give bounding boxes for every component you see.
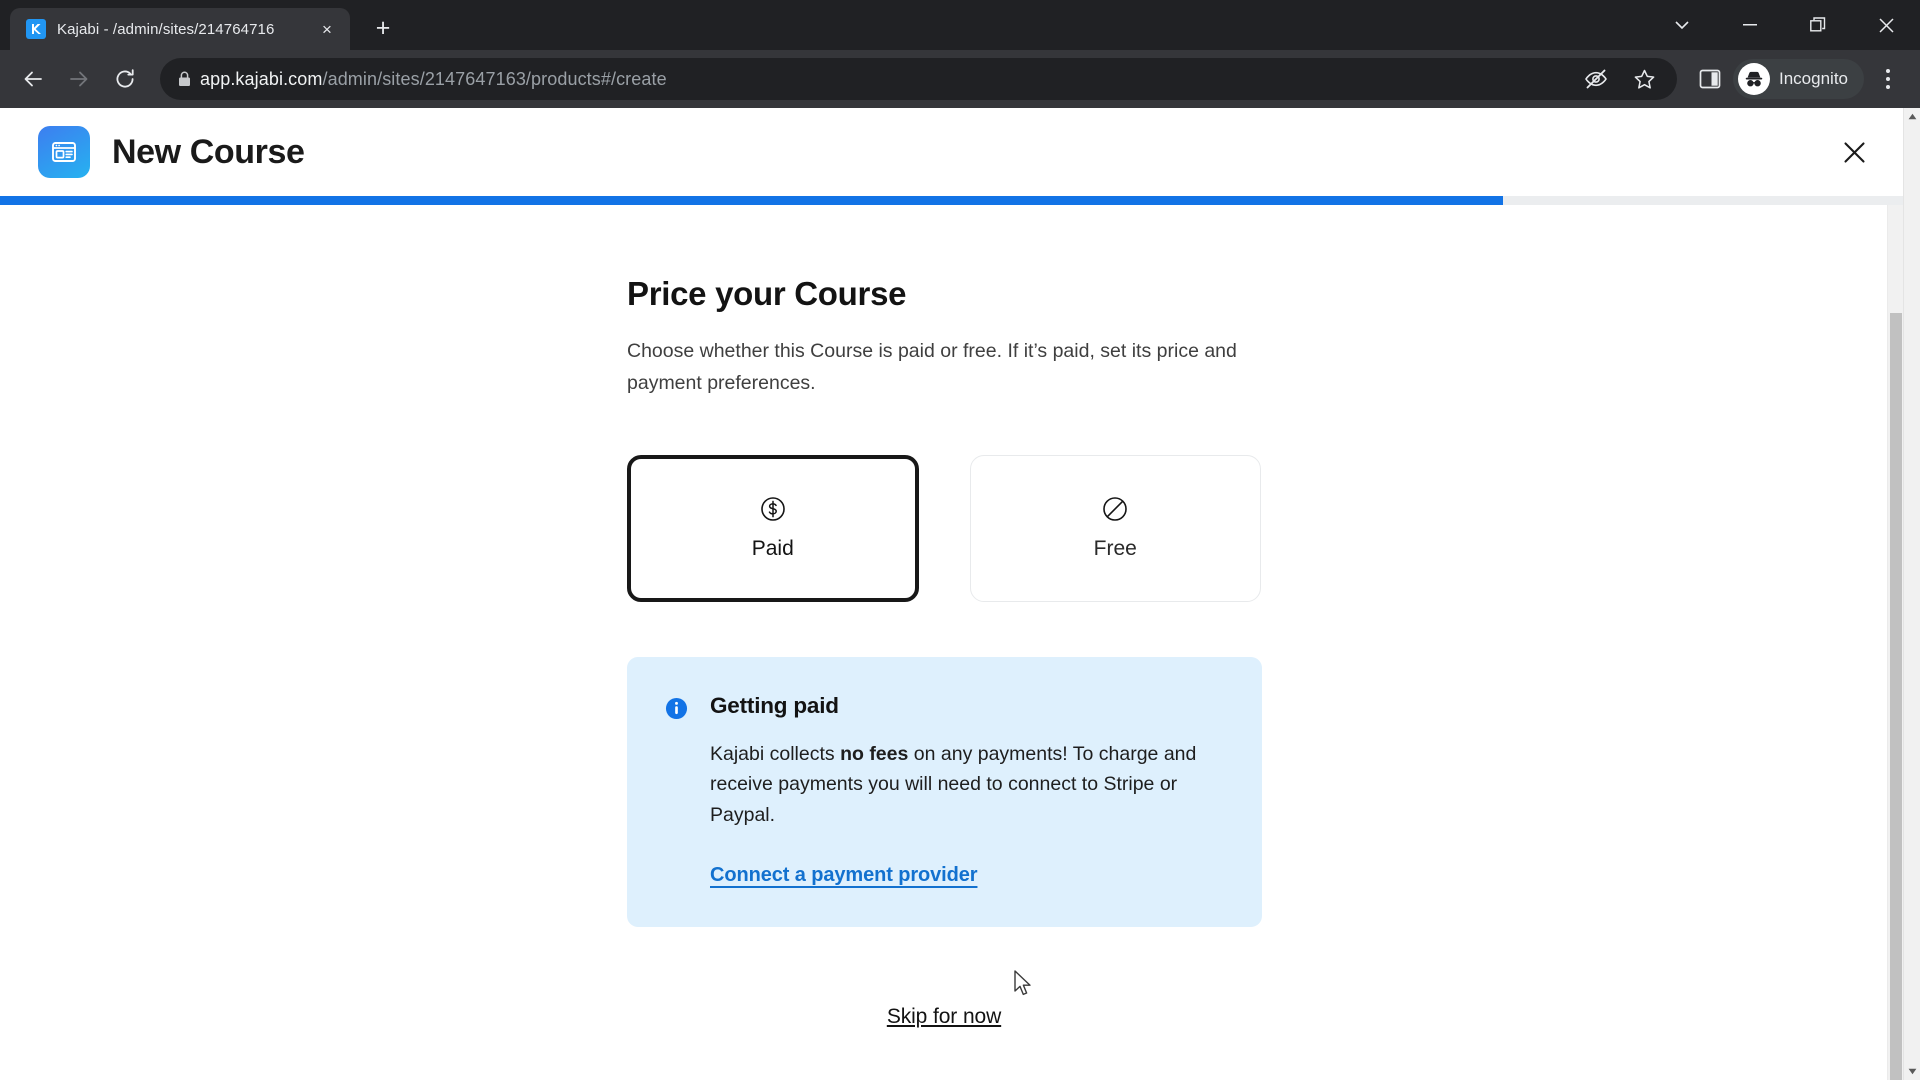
- omnibox-actions: [1565, 60, 1663, 98]
- tab-strip: Kajabi - /admin/sites/214764716 × +: [0, 0, 1920, 50]
- address-bar-text: app.kajabi.com/admin/sites/2147647163/pr…: [200, 69, 667, 90]
- close-window-button[interactable]: [1852, 0, 1920, 50]
- browser-toolbar: app.kajabi.com/admin/sites/2147647163/pr…: [0, 50, 1920, 108]
- scroll-up-arrow-icon[interactable]: [1904, 108, 1920, 125]
- kajabi-favicon: [26, 19, 46, 39]
- lock-icon: [178, 71, 200, 87]
- pricing-option-free[interactable]: Free: [969, 454, 1261, 602]
- page-viewport: New Course Price your Course Choose whet…: [0, 108, 1920, 1080]
- kebab-dot: [1886, 77, 1890, 81]
- tab-close-icon[interactable]: ×: [316, 18, 338, 40]
- section-heading: Price your Course: [627, 275, 907, 312]
- maximize-button[interactable]: [1784, 0, 1852, 50]
- pricing-choice-group: Paid Free: [627, 454, 1261, 602]
- wizard-progress-fill: [0, 196, 1504, 205]
- info-text-bold: no fees: [840, 742, 909, 765]
- info-panel-title: Getting paid: [710, 692, 839, 718]
- info-panel-text: Kajabi collects no fees on any payments!…: [710, 739, 1210, 831]
- dollar-circle-icon: [760, 495, 786, 523]
- page-scrollbar[interactable]: [1903, 108, 1920, 1080]
- third-party-cookies-blocked-icon[interactable]: [1577, 60, 1615, 98]
- no-charge-circle-icon: [1102, 495, 1128, 523]
- info-panel-body: Getting paid Kajabi collects no fees on …: [710, 693, 1224, 887]
- minimize-button[interactable]: [1716, 0, 1784, 50]
- page-title: New Course: [112, 132, 305, 171]
- pricing-option-paid[interactable]: Paid: [627, 454, 919, 602]
- modal-header: New Course: [0, 108, 1903, 196]
- kebab-dot: [1886, 85, 1890, 89]
- wizard-progress-track: [0, 196, 1903, 205]
- reload-button[interactable]: [104, 58, 146, 100]
- pricing-option-label: Free: [1093, 537, 1137, 561]
- new-tab-button[interactable]: +: [364, 9, 402, 47]
- profile-chip[interactable]: Incognito: [1733, 59, 1864, 99]
- address-bar[interactable]: app.kajabi.com/admin/sites/2147647163/pr…: [160, 58, 1677, 100]
- modal-content: Price your Course Choose whether this Co…: [626, 205, 1262, 1080]
- url-domain: app.kajabi.com: [200, 68, 323, 89]
- forward-button[interactable]: [58, 58, 100, 100]
- kebab-dot: [1886, 69, 1890, 73]
- bookmark-star-icon[interactable]: [1625, 60, 1663, 98]
- skip-row: Skip for now: [627, 1005, 1261, 1029]
- modal-body: Price your Course Choose whether this Co…: [0, 205, 1887, 1080]
- getting-paid-info-panel: Getting paid Kajabi collects no fees on …: [627, 656, 1262, 927]
- window-controls: [1648, 0, 1920, 50]
- scroll-down-arrow-icon[interactable]: [1904, 1063, 1920, 1080]
- back-button[interactable]: [12, 58, 54, 100]
- url-path: /admin/sites/2147647163/products#/create: [322, 68, 667, 89]
- info-text-before: Kajabi collects: [710, 742, 841, 765]
- chrome-menu-button[interactable]: [1868, 58, 1908, 100]
- close-modal-button[interactable]: [1831, 129, 1877, 175]
- modal-scrollbar-thumb[interactable]: [1890, 313, 1902, 1080]
- modal-scrollbar[interactable]: [1887, 205, 1903, 1080]
- kajabi-new-course-modal: New Course Price your Course Choose whet…: [0, 108, 1903, 1080]
- browser-tab[interactable]: Kajabi - /admin/sites/214764716 ×: [10, 8, 350, 50]
- profile-label: Incognito: [1779, 69, 1848, 88]
- section-subtitle: Choose whether this Course is paid or fr…: [627, 340, 1237, 394]
- browser-window: Kajabi - /admin/sites/214764716 × + app.…: [0, 0, 1920, 1080]
- side-panel-icon[interactable]: [1691, 60, 1729, 98]
- connect-payment-provider-link[interactable]: Connect a payment provider: [710, 864, 978, 887]
- tab-title: Kajabi - /admin/sites/214764716: [57, 20, 275, 38]
- course-icon: [38, 126, 90, 178]
- pricing-option-label: Paid: [751, 537, 794, 561]
- tab-search-button[interactable]: [1648, 0, 1716, 50]
- info-circle-icon: [665, 697, 688, 887]
- incognito-icon: [1738, 63, 1770, 95]
- skip-for-now-link[interactable]: Skip for now: [887, 1005, 1001, 1028]
